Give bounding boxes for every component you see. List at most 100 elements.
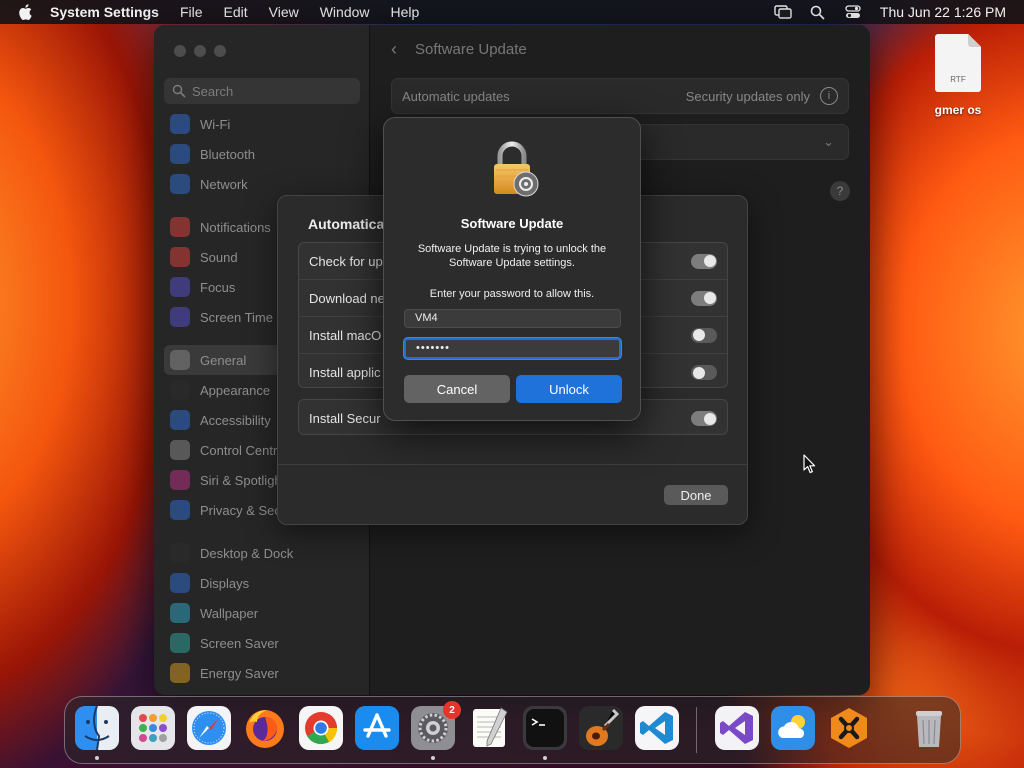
- sidebar-item-label: Wi-Fi: [200, 116, 231, 132]
- automatic-updates-label: Automatic updates: [402, 88, 510, 104]
- automatic-updates-row[interactable]: Automatic updates Security updates only …: [391, 78, 849, 114]
- dialog-message: Software Update is trying to unlock the …: [417, 243, 607, 269]
- rtf-document-icon: RTF: [935, 34, 981, 92]
- desktop-file[interactable]: RTF gmer os: [926, 34, 990, 117]
- sidebar-item-displays[interactable]: Displays: [164, 568, 360, 598]
- network-icon: [170, 174, 190, 194]
- sidebar-item-label: Appearance: [200, 382, 271, 398]
- running-indicator: [431, 756, 435, 760]
- textedit-icon[interactable]: [467, 706, 511, 750]
- menu-edit[interactable]: Edit: [224, 4, 248, 20]
- sidebar-item-label: General: [200, 352, 247, 368]
- vscode-icon[interactable]: [635, 706, 679, 750]
- help-button[interactable]: ?: [830, 181, 850, 201]
- dock: 2: [64, 696, 961, 764]
- privacy-icon: [170, 500, 190, 520]
- menu-app-name[interactable]: System Settings: [50, 4, 159, 20]
- username-field[interactable]: VM4: [404, 309, 621, 328]
- screen-mirroring-icon[interactable]: [774, 4, 792, 20]
- energy-saver-icon: [170, 663, 190, 683]
- zoom-window-button[interactable]: [214, 45, 226, 57]
- sidebar-item-label: Bluetooth: [200, 146, 255, 162]
- install-security-toggle[interactable]: [691, 411, 717, 426]
- sidebar-item-label: Energy Saver: [200, 665, 279, 681]
- menu-bar: System Settings File Edit View Window He…: [0, 0, 1024, 24]
- sidebar-item-screen-saver[interactable]: Screen Saver: [164, 628, 360, 658]
- control-centre-icon: [170, 440, 190, 460]
- launchpad-icon[interactable]: [131, 706, 175, 750]
- visual-studio-icon[interactable]: [715, 706, 759, 750]
- terminal-icon[interactable]: [523, 706, 567, 760]
- sidebar-item-label: Screen Time: [200, 309, 273, 325]
- download-updates-toggle[interactable]: [691, 290, 717, 306]
- sidebar-item-label: Accessibility: [200, 412, 271, 428]
- chevron-down-icon: ⌄: [823, 134, 834, 149]
- accessibility-icon: [170, 410, 190, 430]
- siri-icon: [170, 470, 190, 490]
- sheet-title: Automatical: [308, 216, 389, 232]
- sidebar-item-label: Sound: [200, 249, 238, 265]
- firefox-icon[interactable]: [243, 706, 287, 750]
- sidebar-item-bluetooth[interactable]: Bluetooth: [164, 139, 360, 169]
- unlock-button[interactable]: Unlock: [516, 375, 622, 403]
- download-updates-label: Download ne: [309, 290, 385, 306]
- apple-menu-icon[interactable]: [18, 4, 34, 20]
- sidebar-item-wi-fi[interactable]: Wi-Fi: [164, 109, 360, 139]
- safari-icon[interactable]: [187, 706, 231, 750]
- page-title: Software Update: [415, 41, 527, 58]
- back-chevron-icon[interactable]: ‹: [391, 39, 397, 60]
- sidebar-item-label: Siri & Spotlight: [200, 472, 286, 488]
- close-window-button[interactable]: [174, 45, 186, 57]
- sidebar-item-wallpaper[interactable]: Wallpaper: [164, 598, 360, 628]
- sheet-divider: [278, 464, 747, 465]
- menu-window[interactable]: Window: [320, 4, 370, 20]
- cancel-button[interactable]: Cancel: [404, 375, 510, 403]
- spotlight-search-icon[interactable]: [809, 4, 827, 20]
- install-app-updates-toggle[interactable]: [691, 365, 717, 380]
- running-indicator: [543, 756, 547, 760]
- sidebar-item-label: Focus: [200, 279, 236, 295]
- password-field[interactable]: •••••••: [404, 338, 621, 359]
- sidebar-item-label: Control Centre: [200, 442, 285, 458]
- search-icon: [172, 84, 186, 98]
- screen-time-icon: [170, 307, 190, 327]
- install-macos-updates-toggle[interactable]: [691, 327, 717, 343]
- menu-view[interactable]: View: [269, 4, 299, 20]
- app-store-icon[interactable]: [355, 706, 399, 750]
- dock-separator: [696, 707, 697, 753]
- garageband-icon[interactable]: [579, 706, 623, 750]
- sidebar-item-energy-saver[interactable]: Energy Saver: [164, 658, 360, 688]
- trash-icon[interactable]: [907, 706, 951, 750]
- weather-icon[interactable]: [771, 706, 815, 750]
- install-macos-updates-label: Install macO: [309, 327, 382, 343]
- menu-clock[interactable]: Thu Jun 22 1:26 PM: [880, 4, 1006, 20]
- sidebar-section-gap: [164, 525, 360, 538]
- check-for-updates-toggle[interactable]: [691, 253, 717, 269]
- info-icon[interactable]: i: [820, 87, 838, 105]
- minimize-window-button[interactable]: [194, 45, 206, 57]
- desktop-dock-icon: [170, 543, 190, 563]
- bluetooth-icon: [170, 144, 190, 164]
- displays-icon: [170, 573, 190, 593]
- chrome-icon[interactable]: [299, 706, 343, 750]
- dialog-prompt: Enter your password to allow this.: [429, 288, 595, 300]
- sidebar-item-desktop-dock[interactable]: Desktop & Dock: [164, 538, 360, 568]
- sidebar-item-label: Displays: [200, 575, 250, 591]
- finder-icon[interactable]: [75, 706, 119, 760]
- sidebar-item-label: Wallpaper: [200, 605, 259, 621]
- focus-icon: [170, 277, 190, 297]
- gear-icon: [170, 350, 190, 370]
- settings-search-input[interactable]: Search: [164, 78, 360, 104]
- dialog-title: Software Update: [460, 216, 564, 231]
- x-app-icon[interactable]: [827, 706, 871, 750]
- screen-saver-icon: [170, 633, 190, 653]
- sidebar-item-label: Screen Saver: [200, 635, 279, 651]
- control-center-icon[interactable]: [844, 4, 862, 20]
- system-settings-icon[interactable]: 2: [411, 701, 461, 760]
- menu-file[interactable]: File: [180, 4, 203, 20]
- appearance-icon: [170, 380, 190, 400]
- notification-badge: 2: [443, 701, 461, 719]
- notifications-icon: [170, 217, 190, 237]
- done-button[interactable]: Done: [664, 485, 728, 505]
- menu-help[interactable]: Help: [391, 4, 420, 20]
